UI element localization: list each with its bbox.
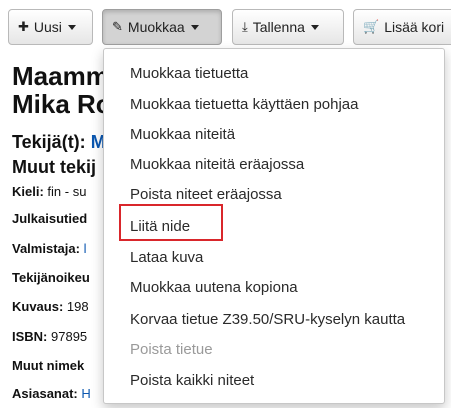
publication-label: Julkaisutied — [12, 211, 88, 226]
download-icon: ⤓ — [242, 19, 248, 34]
record-toolbar: ✚ Uusi ✎ Muokkaa ⤓ Tallenna 🛒 Lisää kori — [0, 0, 451, 48]
other-titles-row: Muut nimek — [12, 358, 84, 373]
copyright-label: Tekijänoikeu — [12, 270, 90, 285]
author-row: Tekijä(t): M — [12, 132, 106, 153]
menu-item-edit-items[interactable]: Muokkaa niteitä — [130, 126, 235, 143]
chevron-down-icon — [310, 24, 319, 30]
producer-link[interactable]: l — [84, 241, 87, 256]
isbn-value: 97895 — [51, 329, 88, 344]
menu-item-delete-all-items[interactable]: Poista kaikki niteet — [130, 372, 254, 389]
menu-item-replace-via-z3950[interactable]: Korvaa tietue Z39.50/SRU-kyselyn kautta — [130, 311, 405, 328]
title-line-1: Maamm — [12, 61, 109, 91]
language-value: fin - su — [47, 184, 87, 199]
save-button[interactable]: ⤓ Tallenna — [232, 9, 344, 45]
subject-link[interactable]: H — [81, 386, 90, 401]
subjects-label: Asiasanat: — [12, 386, 78, 401]
new-button[interactable]: ✚ Uusi — [8, 9, 93, 45]
menu-item-attach-item[interactable]: Liitä nide — [130, 218, 190, 235]
description-label: Kuvaus: — [12, 299, 64, 314]
add-to-cart-label: Lisää kori — [384, 19, 445, 35]
plus-icon: ✚ — [18, 19, 29, 34]
author-label: Tekijä(t): — [12, 132, 86, 152]
other-authors-row: Muut tekij — [12, 157, 96, 178]
menu-item-edit-record-with-template[interactable]: Muokkaa tietuetta käyttäen pohjaa — [130, 96, 359, 113]
save-button-label: Tallenna — [252, 19, 305, 35]
chevron-down-icon — [67, 24, 76, 30]
other-authors-label: Muut tekij — [12, 157, 96, 177]
edit-button[interactable]: ✎ Muokkaa — [102, 9, 222, 45]
isbn-label: ISBN: — [12, 329, 48, 344]
isbn-row: ISBN: 97895 — [12, 329, 87, 344]
pencil-icon: ✎ — [112, 19, 123, 34]
edit-dropdown-menu: Muokkaa tietuetta Muokkaa tietuetta käyt… — [103, 48, 445, 404]
description-row: Kuvaus: 198 — [12, 299, 89, 314]
description-value: 198 — [66, 299, 89, 314]
menu-item-batch-delete-items[interactable]: Poista niteet eräajossa — [130, 186, 282, 203]
menu-item-delete-record: Poista tietue — [130, 341, 213, 358]
edit-button-label: Muokkaa — [127, 19, 185, 35]
producer-row: Valmistaja: l — [12, 241, 86, 256]
language-label: Kieli: — [12, 184, 44, 199]
copyright-row: Tekijänoikeu — [12, 270, 90, 285]
menu-item-edit-record[interactable]: Muokkaa tietuetta — [130, 65, 248, 82]
publication-row: Julkaisutied — [12, 211, 87, 226]
chevron-down-icon — [190, 24, 199, 30]
other-titles-label: Muut nimek — [12, 358, 85, 373]
producer-label: Valmistaja: — [12, 241, 80, 256]
record-title: Maamm Mika Ro — [12, 62, 112, 118]
menu-item-upload-image[interactable]: Lataa kuva — [130, 249, 203, 266]
add-to-cart-button[interactable]: 🛒 Lisää kori — [353, 9, 451, 45]
subjects-row: Asiasanat: H — [12, 386, 91, 401]
language-row: Kieli: fin - su — [12, 184, 86, 199]
new-button-label: Uusi — [33, 19, 62, 35]
title-line-2: Mika Ro — [12, 89, 112, 119]
menu-item-edit-as-new[interactable]: Muokkaa uutena kopiona — [130, 279, 298, 296]
menu-item-batch-edit-items[interactable]: Muokkaa niteitä eräajossa — [130, 156, 304, 173]
cart-icon: 🛒 — [363, 19, 380, 34]
